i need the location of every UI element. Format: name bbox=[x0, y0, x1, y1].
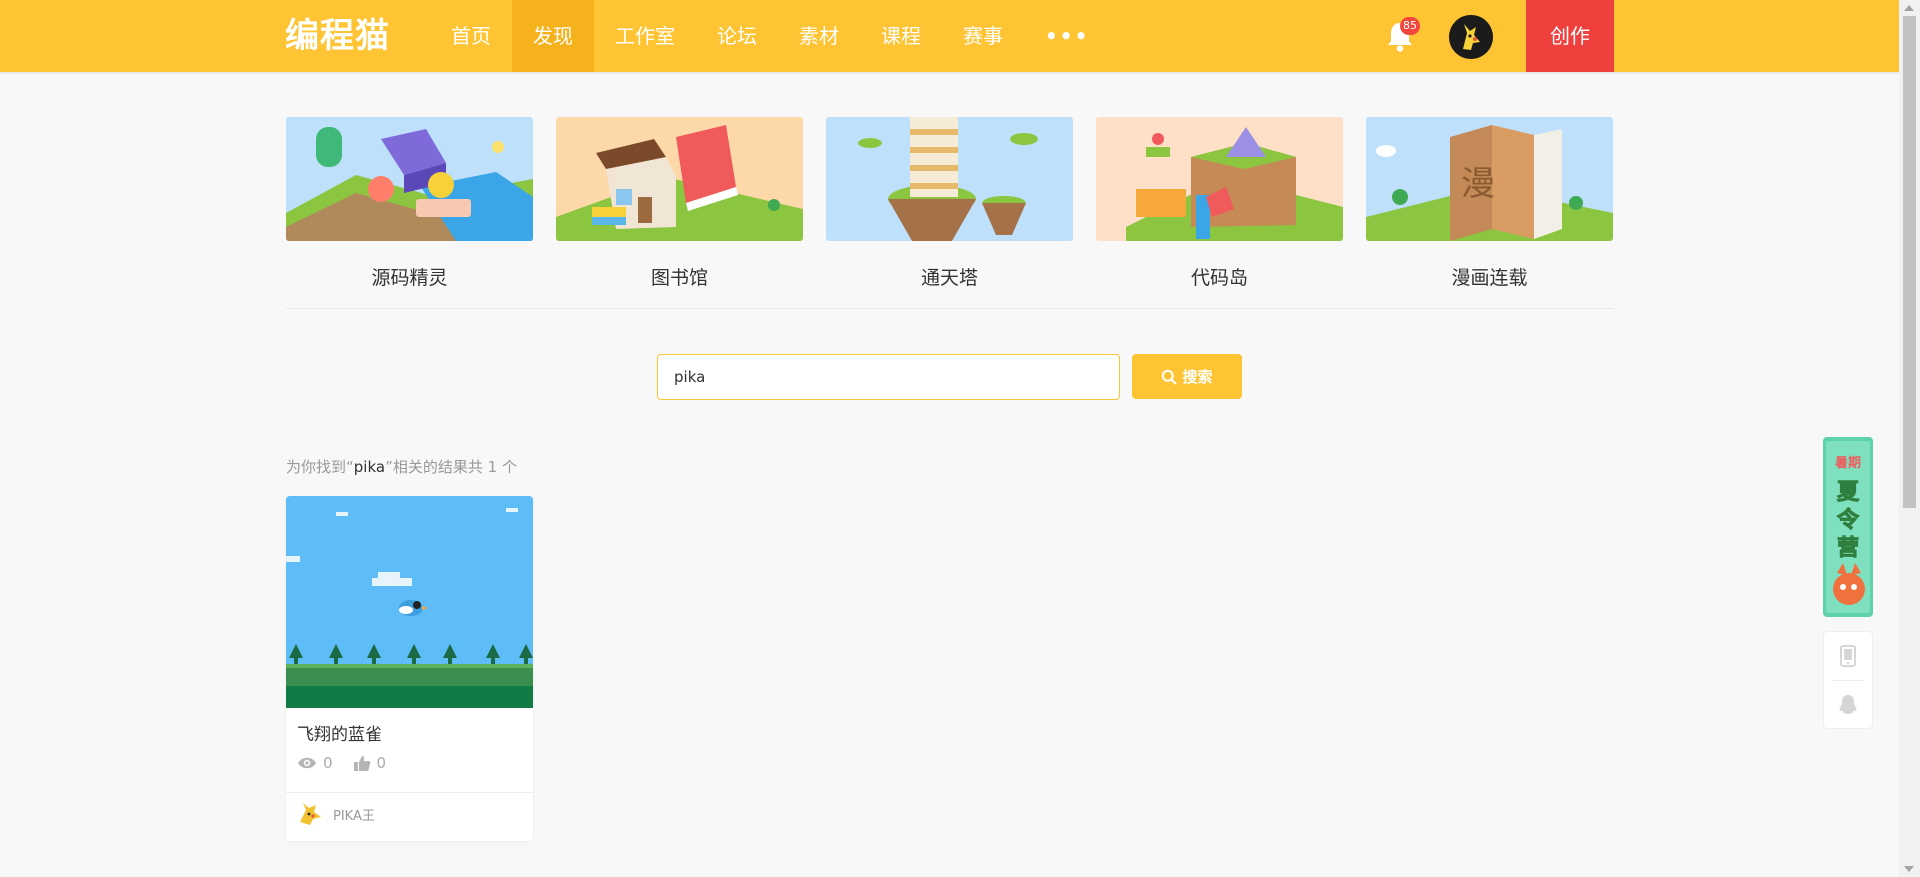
nav-studio[interactable]: 工作室 bbox=[594, 0, 696, 72]
feature-label: 源码精灵 bbox=[371, 267, 448, 289]
author-avatar bbox=[300, 803, 321, 825]
notification-count-badge: 85 bbox=[1400, 17, 1420, 35]
main-nav: 首页 发现 工作室 论坛 素材 课程 赛事 ••• bbox=[430, 0, 1110, 72]
mobile-app-button[interactable] bbox=[1824, 632, 1872, 680]
search-button-label: 搜索 bbox=[1182, 368, 1213, 386]
eye-icon bbox=[298, 757, 316, 769]
summer-camp-banner[interactable]: 暑期 夏 令 营 bbox=[1823, 437, 1873, 617]
user-avatar[interactable] bbox=[1449, 15, 1493, 59]
feature-label: 漫画连载 bbox=[1451, 267, 1528, 289]
feature-comic-serial[interactable]: 漫 漫画连载 bbox=[1366, 117, 1613, 290]
nav-contests[interactable]: 赛事 bbox=[942, 0, 1024, 72]
search-icon bbox=[1162, 369, 1177, 384]
qq-penguin-icon bbox=[1839, 695, 1857, 714]
result-summary-prefix: 为你找到“ bbox=[286, 458, 354, 476]
qq-contact-button[interactable] bbox=[1824, 681, 1872, 729]
top-navbar: 编程猫 首页 发现 工作室 论坛 素材 课程 赛事 ••• 85 创作 bbox=[0, 0, 1899, 72]
code-island-illustration bbox=[1096, 117, 1343, 241]
view-count: 0 bbox=[323, 754, 333, 772]
thumb-up-icon bbox=[353, 756, 370, 771]
feature-babel-tower[interactable]: 通天塔 bbox=[826, 117, 1073, 290]
svg-text:暑期: 暑期 bbox=[1834, 456, 1861, 471]
feature-label: 通天塔 bbox=[920, 267, 978, 289]
nav-courses[interactable]: 课程 bbox=[860, 0, 942, 72]
search-input[interactable] bbox=[657, 354, 1120, 400]
nav-assets[interactable]: 素材 bbox=[778, 0, 860, 72]
result-summary: 为你找到“pika”相关的结果共 1 个 bbox=[286, 456, 517, 477]
scroll-down-arrow-icon[interactable] bbox=[1904, 866, 1914, 872]
mobile-phone-icon bbox=[1840, 645, 1856, 667]
page-scrollbar[interactable] bbox=[1899, 0, 1920, 877]
result-keyword: pika bbox=[353, 458, 386, 476]
feature-entries: 源码精灵 图书馆 通天塔 代码岛 漫 漫画连载 bbox=[286, 117, 1614, 309]
library-illustration bbox=[556, 117, 803, 241]
feature-label: 代码岛 bbox=[1190, 267, 1248, 289]
feature-source-sprite[interactable]: 源码精灵 bbox=[286, 117, 533, 290]
svg-text:夏: 夏 bbox=[1837, 480, 1860, 505]
feature-library[interactable]: 图书馆 bbox=[556, 117, 803, 290]
scroll-up-arrow-icon[interactable] bbox=[1904, 5, 1914, 11]
author-name: PIKA王 bbox=[333, 808, 375, 824]
feature-label: 图书馆 bbox=[650, 267, 708, 289]
work-title[interactable]: 飞翔的蓝雀 bbox=[297, 720, 382, 745]
result-summary-suffix: ”相关的结果共 1 个 bbox=[385, 458, 517, 476]
svg-text:漫: 漫 bbox=[1461, 164, 1495, 204]
section-divider bbox=[286, 308, 1614, 309]
feature-code-island[interactable]: 代码岛 bbox=[1096, 117, 1343, 290]
pikachu-avatar-icon bbox=[1449, 15, 1493, 59]
babel-tower-illustration bbox=[826, 117, 1073, 241]
work-stats: 0 0 bbox=[297, 754, 386, 772]
comic-serial-illustration: 漫 bbox=[1366, 117, 1613, 241]
search-button[interactable]: 搜索 bbox=[1132, 354, 1242, 399]
nav-home[interactable]: 首页 bbox=[430, 0, 512, 72]
card-divider bbox=[286, 792, 533, 793]
source-sprite-illustration bbox=[286, 117, 533, 241]
work-author[interactable]: PIKA王 bbox=[297, 802, 375, 826]
create-button[interactable]: 创作 bbox=[1526, 0, 1614, 72]
site-logo[interactable]: 编程猫 bbox=[285, 14, 390, 58]
nav-discover[interactable]: 发现 bbox=[512, 0, 594, 72]
work-cover-image bbox=[286, 496, 533, 708]
work-card[interactable]: 飞翔的蓝雀 0 0 PIKA王 bbox=[286, 496, 533, 841]
svg-text:令: 令 bbox=[1837, 507, 1860, 533]
nav-more-button[interactable]: ••• bbox=[1024, 0, 1110, 72]
svg-text:营: 营 bbox=[1837, 536, 1859, 561]
scrollbar-thumb[interactable] bbox=[1903, 16, 1916, 508]
like-count: 0 bbox=[376, 754, 387, 772]
floating-toolbar bbox=[1823, 631, 1873, 729]
nav-forum[interactable]: 论坛 bbox=[696, 0, 778, 72]
